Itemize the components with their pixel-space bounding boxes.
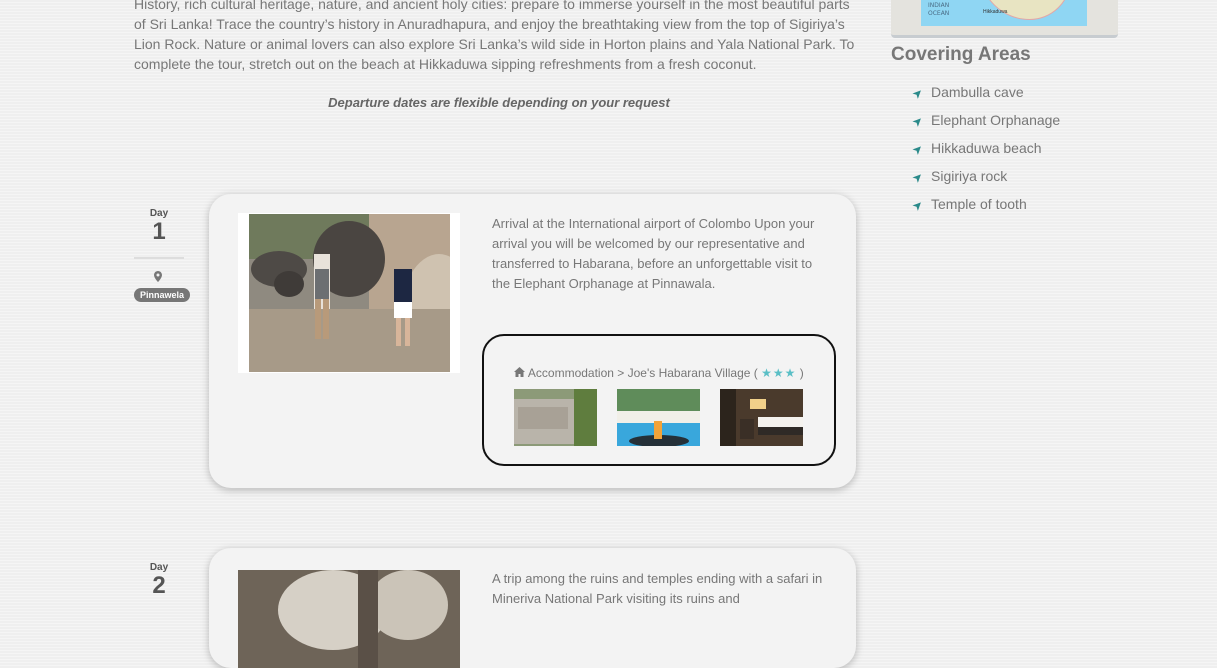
departure-note: Departure dates are flexible depending o… bbox=[328, 95, 670, 110]
day-number: 1 bbox=[152, 218, 166, 245]
temple-photo bbox=[238, 570, 460, 668]
rating-stars: ★★★ bbox=[761, 366, 797, 380]
day-2-description: A trip among the ruins and temples endin… bbox=[492, 571, 823, 606]
area-label: Dambulla cave bbox=[931, 84, 1024, 100]
hotel-thumbnail-sign[interactable] bbox=[514, 389, 597, 446]
area-item: ➤ Temple of tooth bbox=[909, 190, 1060, 218]
day-1-marker: Day 1 bbox=[134, 208, 184, 245]
day-1-photo[interactable] bbox=[238, 213, 460, 373]
map-widget[interactable]: INDIAN OCEAN Hikkaduwa bbox=[891, 0, 1118, 38]
accommodation-title[interactable]: Accommodation > Joe's Habarana Village (… bbox=[484, 366, 834, 380]
area-label: Sigiriya rock bbox=[931, 168, 1008, 184]
accommodation-thumbnails bbox=[514, 389, 803, 446]
area-item: ➤ Hikkaduwa beach bbox=[909, 134, 1060, 162]
area-item: ➤ Sigiriya rock bbox=[909, 162, 1060, 190]
covering-areas-list: ➤ Dambulla cave ➤ Elephant Orphanage ➤ Hikk… bbox=[909, 78, 1061, 218]
map-image[interactable]: INDIAN OCEAN Hikkaduwa bbox=[921, 0, 1087, 26]
day-divider bbox=[134, 257, 184, 259]
accommodation-box: Accommodation > Joe's Habarana Village (… bbox=[482, 334, 836, 466]
hotel-thumbnail-pool[interactable] bbox=[617, 389, 700, 446]
covering-areas-title: Covering Areas bbox=[891, 44, 1031, 65]
area-label: Elephant Orphanage bbox=[931, 112, 1061, 128]
plane-icon: ➤ bbox=[909, 140, 927, 158]
area-item: ➤ Dambulla cave bbox=[909, 78, 1060, 106]
day-number: 2 bbox=[152, 572, 166, 599]
accommodation-label: Accommodation > Joe's Habarana Village ( bbox=[527, 366, 758, 380]
hotel-thumbnail-room[interactable] bbox=[720, 389, 803, 446]
plane-icon: ➤ bbox=[909, 84, 927, 102]
plane-icon: ➤ bbox=[909, 196, 927, 214]
map-ocean-label: INDIAN OCEAN bbox=[928, 2, 950, 17]
area-item: ➤ Elephant Orphanage bbox=[909, 106, 1061, 134]
location-badge: Pinnawela bbox=[134, 288, 191, 302]
elephant-photo bbox=[249, 214, 450, 372]
map-pin-icon bbox=[152, 271, 164, 285]
tour-intro-text: History, rich cultural heritage, nature,… bbox=[134, 0, 855, 72]
accommodation-suffix: ) bbox=[799, 366, 804, 380]
home-icon bbox=[514, 366, 528, 380]
day-2-marker: Day 2 bbox=[134, 562, 184, 599]
day-2-photo[interactable] bbox=[238, 570, 460, 668]
day-2-card: A trip among the ruins and temples endin… bbox=[209, 548, 856, 668]
plane-icon: ➤ bbox=[909, 112, 927, 130]
plane-icon: ➤ bbox=[909, 168, 927, 186]
area-label: Temple of tooth bbox=[931, 196, 1027, 212]
map-city-label: Hikkaduwa bbox=[983, 9, 1008, 15]
day-1-card: Arrival at the International airport of … bbox=[209, 194, 856, 488]
day-1-description: Arrival at the International airport of … bbox=[492, 216, 815, 291]
area-label: Hikkaduwa beach bbox=[931, 140, 1042, 156]
